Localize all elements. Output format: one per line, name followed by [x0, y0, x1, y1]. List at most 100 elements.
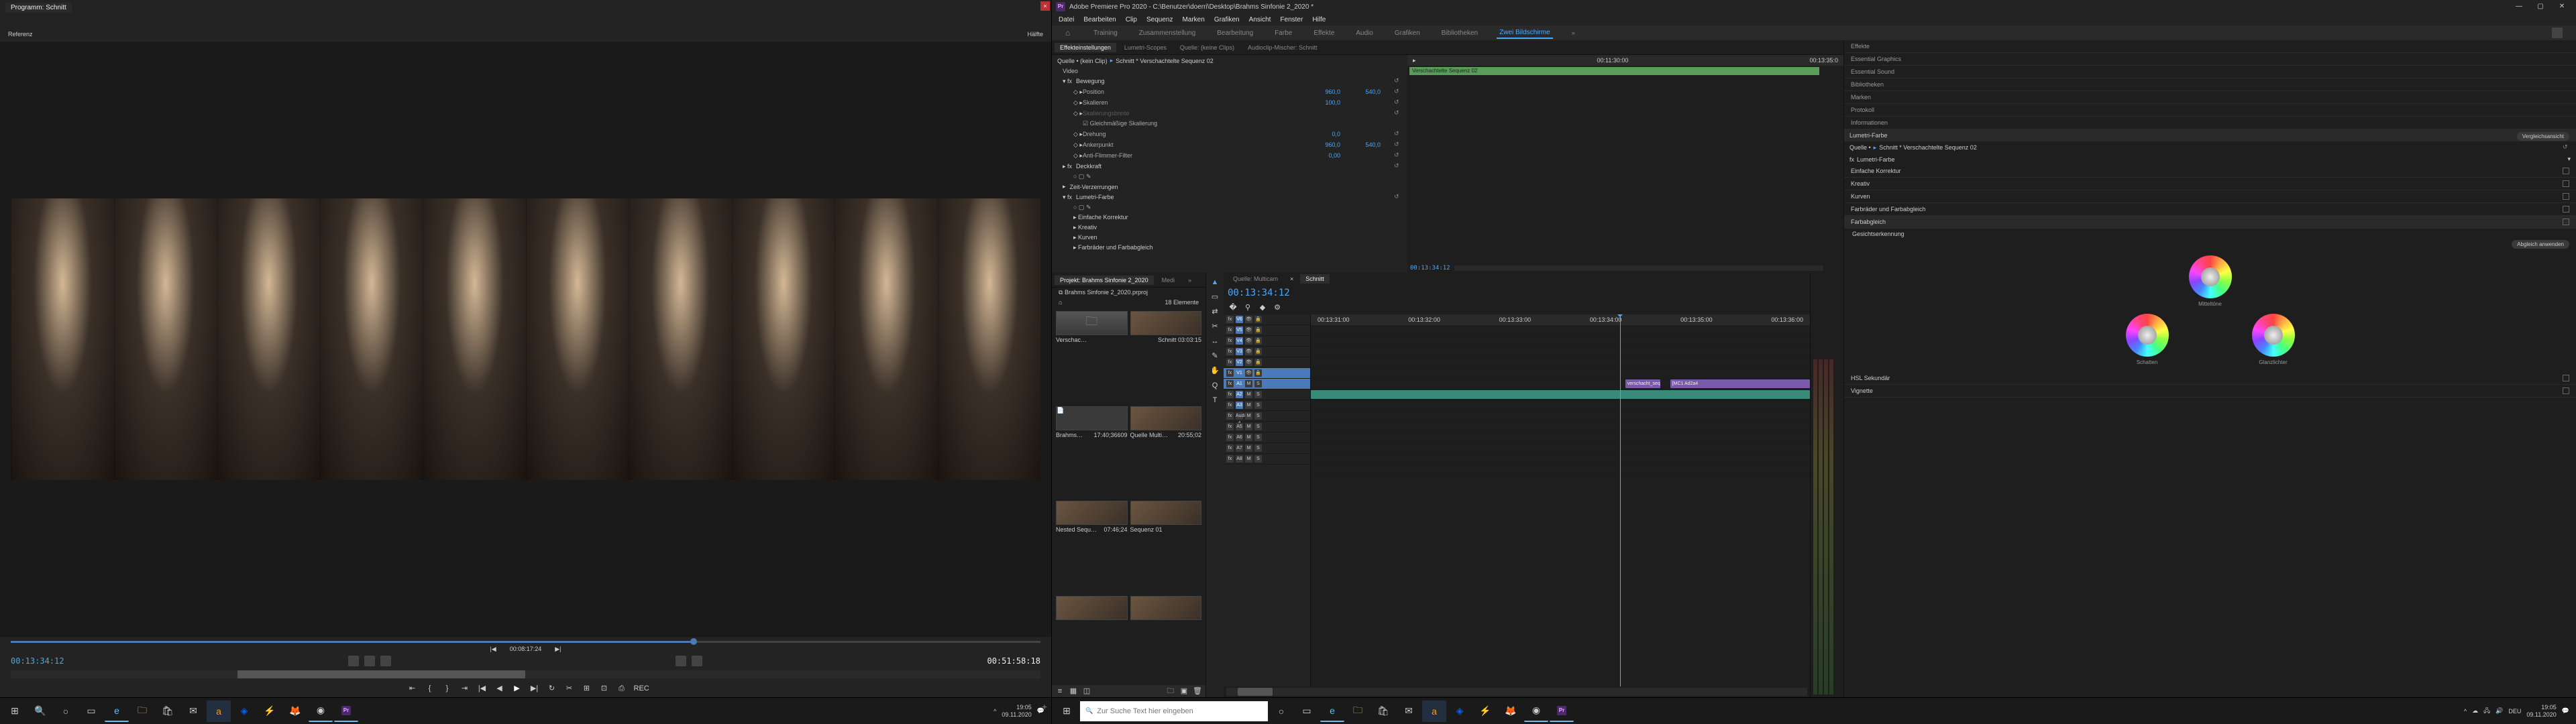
section-checkbox[interactable]: [2563, 219, 2569, 225]
atrack-header-Audio 4[interactable]: fxAudio 4MS: [1224, 411, 1310, 422]
side-panel-effekte[interactable]: Effekte: [1844, 40, 2576, 53]
transport-btn-8[interactable]: ↻: [547, 683, 557, 694]
tool-8[interactable]: T: [1210, 395, 1220, 406]
apply-match-button[interactable]: Abgleich anwenden: [2512, 240, 2569, 249]
clock[interactable]: 19:0509.11.2020: [1002, 704, 1031, 719]
cortana-icon[interactable]: ○: [1269, 701, 1293, 722]
vtrack-lane[interactable]: [1311, 336, 1810, 347]
lift-icon[interactable]: [348, 656, 359, 666]
menu-clip[interactable]: Clip: [1126, 16, 1137, 23]
home-icon[interactable]: ⌂: [1065, 28, 1075, 38]
atrack-header-A3[interactable]: fxA3MS: [1224, 400, 1310, 411]
menu-grafiken[interactable]: Grafiken: [1214, 16, 1240, 23]
workspace-bearbeitung[interactable]: Bearbeitung: [1214, 28, 1256, 38]
zoom-icon[interactable]: [676, 656, 686, 666]
side-panel-protokoll[interactable]: Protokoll: [1844, 104, 2576, 117]
bin-item[interactable]: Sequenz 01: [1130, 501, 1202, 593]
transport-btn-0[interactable]: ⇤: [407, 683, 418, 694]
menu-ansicht[interactable]: Ansicht: [1249, 16, 1271, 23]
video-clip[interactable]: [MC1 Ad2a4: [1670, 379, 1810, 388]
button-editor-icon[interactable]: +: [1042, 701, 1047, 712]
bolt-icon[interactable]: ⚡: [1473, 701, 1497, 722]
extract-icon[interactable]: [364, 656, 375, 666]
side-panel-informationen[interactable]: Informationen: [1844, 117, 2576, 129]
lumetri-section[interactable]: Farbräder und Farbabgleich: [1844, 203, 2576, 216]
side-panel-marken[interactable]: Marken: [1844, 91, 2576, 104]
vtrack-lane[interactable]: [1311, 357, 1810, 368]
premiere-icon[interactable]: Pr: [1550, 701, 1574, 722]
prop-row[interactable]: ◇ ▸Anti-Flimmer-Filter0,00↺: [1052, 150, 1407, 161]
lumetri-section[interactable]: Kurven: [1844, 190, 2576, 203]
close-button[interactable]: ✕: [2552, 1, 2572, 13]
video-clip[interactable]: verschacht_sequ 001: [1625, 379, 1660, 388]
menu-datei[interactable]: Datei: [1059, 16, 1074, 23]
program-scrollbar[interactable]: [11, 670, 1040, 678]
mark-in-icon[interactable]: |◀: [490, 646, 496, 653]
atrack-header-A8[interactable]: fxA8MS: [1224, 454, 1310, 465]
vtrack-lane[interactable]: [1311, 325, 1810, 336]
atrack-lane[interactable]: [1311, 454, 1810, 465]
transport-btn-2[interactable]: }: [442, 683, 453, 694]
vtrack-header-V5[interactable]: fxV5👁🔒: [1224, 325, 1310, 336]
search-icon[interactable]: 🔍: [28, 701, 52, 722]
search-box[interactable]: 🔍: [1080, 701, 1268, 721]
lumetri-section[interactable]: HSL Sekundär: [1844, 372, 2576, 385]
bin-item[interactable]: [1130, 596, 1202, 682]
time-group[interactable]: ▸Zeit-Verzerrungen: [1052, 182, 1407, 192]
new-item-icon[interactable]: ▣: [1179, 686, 1189, 697]
highlights-wheel[interactable]: [2252, 314, 2295, 357]
atrack-lane[interactable]: [1311, 443, 1810, 454]
atrack-lane[interactable]: [1311, 411, 1810, 422]
vtrack-header-V3[interactable]: fxV3👁🔒: [1224, 347, 1310, 357]
vtrack-lane[interactable]: [1311, 368, 1810, 379]
vtrack-header-V1[interactable]: fxV1👁🔒: [1224, 368, 1310, 379]
search-help-icon[interactable]: [2552, 27, 2563, 38]
playhead[interactable]: [1620, 314, 1621, 686]
minimize-button[interactable]: —: [2509, 1, 2529, 13]
fx-tab-2[interactable]: Quelle: (keine Clips): [1175, 43, 1240, 52]
dropbox-icon[interactable]: ◈: [232, 701, 256, 722]
tool-4[interactable]: ↔: [1210, 336, 1220, 347]
bin-item[interactable]: 🗀Verschac…: [1056, 311, 1128, 404]
workspace-training[interactable]: Training: [1091, 28, 1120, 38]
marker-icon[interactable]: ◆: [1257, 302, 1268, 313]
transport-btn-6[interactable]: ▶: [512, 683, 523, 694]
clock[interactable]: 19:0509.11.2020: [2526, 704, 2556, 719]
transport-btn-10[interactable]: ⊞: [582, 683, 592, 694]
prop-row[interactable]: ◇ ▸Skalieren100,0↺: [1052, 97, 1407, 108]
tray-chevron-icon[interactable]: ^: [2464, 708, 2467, 715]
transport-btn-1[interactable]: {: [425, 683, 435, 694]
audio-clip[interactable]: [1311, 390, 1810, 399]
vtrack-header-V6[interactable]: fxV6👁🔒: [1224, 314, 1310, 325]
store-icon[interactable]: 🛍: [1371, 701, 1395, 722]
workspace-effekte[interactable]: Effekte: [1311, 28, 1337, 38]
bin-item[interactable]: Quelle Multi…20:55;02: [1130, 406, 1202, 499]
fx-tab-1[interactable]: Lumetri-Scopes: [1119, 43, 1172, 52]
shadows-wheel[interactable]: [2126, 314, 2169, 357]
menu-hilfe[interactable]: Hilfe: [1312, 16, 1326, 23]
chrome-icon[interactable]: ◉: [1524, 701, 1548, 722]
transport-btn-9[interactable]: ✂: [564, 683, 575, 694]
cortana-icon[interactable]: ○: [54, 701, 78, 722]
chrome-icon[interactable]: ◉: [309, 701, 333, 722]
tool-7[interactable]: Q: [1210, 380, 1220, 391]
amazon-icon[interactable]: a: [1422, 701, 1446, 722]
workspace-overflow-icon[interactable]: »: [1572, 29, 1575, 36]
firefox-icon[interactable]: 🦊: [1499, 701, 1523, 722]
transport-btn-3[interactable]: ⇥: [460, 683, 470, 694]
lumetri-item[interactable]: ▸ Einfache Korrektur: [1052, 213, 1407, 223]
atrack-header-A1[interactable]: fxA1MS: [1224, 379, 1310, 389]
atrack-lane[interactable]: [1311, 422, 1810, 432]
menu-bearbeiten[interactable]: Bearbeiten: [1083, 16, 1116, 23]
edge-icon[interactable]: e: [105, 701, 129, 722]
atrack-header-A7[interactable]: fxA7MS: [1224, 443, 1310, 454]
mark-out-icon[interactable]: ▶|: [555, 646, 561, 653]
tool-5[interactable]: ✎: [1210, 351, 1220, 361]
freeform-view-icon[interactable]: ◫: [1081, 686, 1092, 697]
store-icon[interactable]: 🛍: [156, 701, 180, 722]
program-monitor[interactable]: [0, 42, 1051, 637]
fx-zoom-bar[interactable]: [1454, 265, 1823, 271]
tool-1[interactable]: ▭: [1210, 292, 1220, 302]
workspace-active[interactable]: Zwei Bildschirme: [1497, 27, 1553, 39]
menu-fenster[interactable]: Fenster: [1280, 16, 1303, 23]
